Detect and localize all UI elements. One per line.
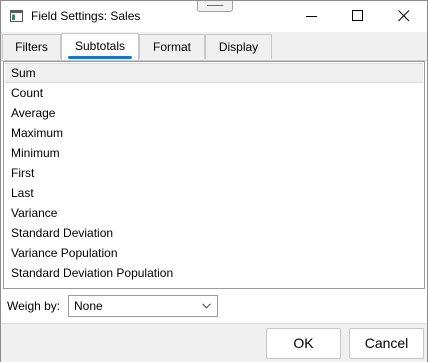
list-item-sum[interactable]: Sum [5,63,423,83]
weigh-by-value: None [74,299,103,313]
close-icon [398,10,410,22]
active-tab-indicator [68,56,132,59]
maximize-icon [352,10,363,21]
tab-label: Display [218,40,259,54]
weigh-by-dropdown[interactable]: None [68,295,218,317]
tab-subtotals[interactable]: Subtotals [61,33,139,60]
list-item-standard-deviation-population[interactable]: Standard Deviation Population [5,263,423,283]
list-item-last[interactable]: Last [5,183,423,203]
tab-label: Format [152,40,191,54]
minimize-button[interactable] [289,1,335,31]
drag-handle[interactable] [197,1,233,12]
list-item-maximum[interactable]: Maximum [5,123,423,143]
tab-filters[interactable]: Filters [2,34,61,59]
list-item-average[interactable]: Average [5,103,423,123]
tab-label: Subtotals [74,39,126,53]
list-item-standard-deviation[interactable]: Standard Deviation [5,223,423,243]
list-item-first[interactable]: First [5,163,423,183]
field-settings-dialog: Field Settings: Sales Filters Subtotals [0,0,428,362]
dialog-footer: OK Cancel [1,323,427,362]
tab-display[interactable]: Display [205,34,272,59]
cancel-button[interactable]: Cancel [349,328,424,359]
subtotals-listbox[interactable]: Sum Count Average Maximum Minimum First … [3,61,425,289]
list-item-count[interactable]: Count [5,83,423,103]
window-title: Field Settings: Sales [31,9,141,23]
maximize-button[interactable] [335,1,381,31]
app-icon [10,10,23,22]
weigh-by-label: Weigh by: [7,299,61,313]
close-button[interactable] [381,1,427,31]
ok-button[interactable]: OK [266,328,341,359]
list-item-variance[interactable]: Variance [5,203,423,223]
list-item-minimum[interactable]: Minimum [5,143,423,163]
chevron-down-icon [202,303,211,309]
list-item-variance-population[interactable]: Variance Population [5,243,423,263]
minimize-icon [306,16,317,17]
tab-label: Filters [15,40,48,54]
tab-strip: Filters Subtotals Format Display [1,32,427,61]
title-bar[interactable]: Field Settings: Sales [1,1,427,32]
tab-format[interactable]: Format [139,34,205,59]
